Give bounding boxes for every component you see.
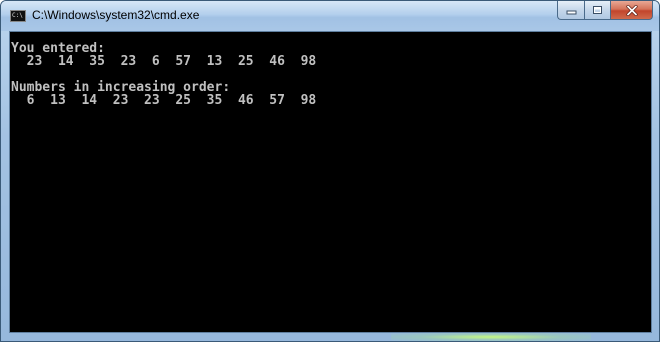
close-icon	[625, 4, 638, 16]
minimize-button[interactable]	[557, 1, 584, 20]
taskbar-glow	[391, 333, 591, 341]
console-area[interactable]: You entered: 23 14 35 23 6 57 13 25 46 9…	[9, 31, 652, 333]
minimize-icon	[566, 10, 576, 14]
close-button[interactable]	[610, 1, 653, 20]
title-bar[interactable]: C:\ C:\Windows\system32\cmd.exe	[1, 1, 659, 31]
cmd-icon[interactable]: C:\	[10, 10, 26, 22]
maximize-icon	[593, 6, 602, 14]
window-title: C:\Windows\system32\cmd.exe	[32, 8, 200, 22]
console-line: 23 14 35 23 6 57 13 25 46 98	[11, 54, 317, 69]
console-output: You entered: 23 14 35 23 6 57 13 25 46 9…	[11, 42, 316, 107]
maximize-button[interactable]	[584, 1, 610, 20]
cmd-window: C:\ C:\Windows\system32\cmd.exe You ente…	[0, 0, 660, 342]
console-line: 6 13 14 23 23 25 35 46 57 98	[11, 93, 317, 108]
window-controls	[557, 1, 653, 21]
